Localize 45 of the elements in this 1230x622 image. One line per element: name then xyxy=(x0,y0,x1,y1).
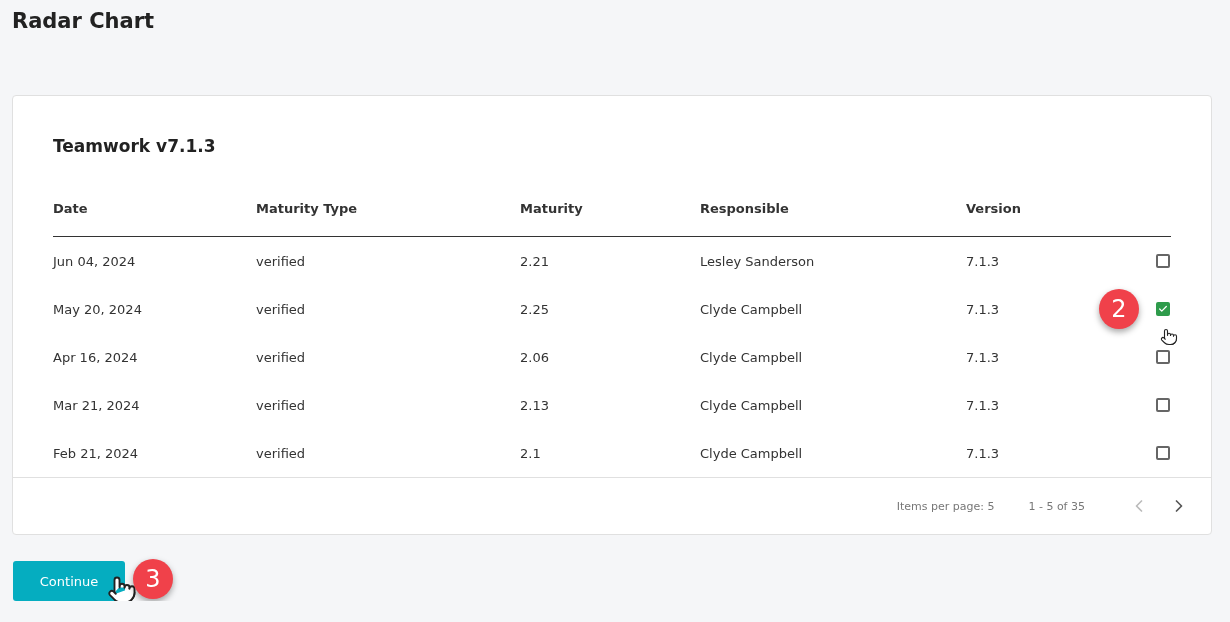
table-cell: 2.06 xyxy=(520,349,549,365)
column-header: Version xyxy=(966,200,1022,216)
hand-cursor-icon xyxy=(1160,328,1178,346)
table-cell: 2.21 xyxy=(520,253,549,269)
table-cell: Clyde Campbell xyxy=(700,301,803,317)
row-checkbox[interactable] xyxy=(1156,350,1170,364)
table-cell: 2.1 xyxy=(520,445,541,461)
row-checkbox[interactable] xyxy=(1156,302,1170,316)
row-checkbox[interactable] xyxy=(1156,398,1170,412)
row-checkbox[interactable] xyxy=(1156,254,1170,268)
table-cell: verified xyxy=(256,445,306,461)
table-cell: Apr 16, 2024 xyxy=(53,349,138,365)
table-cell: 2.13 xyxy=(520,397,549,413)
continue-button[interactable]: Continue xyxy=(13,561,125,601)
column-header: Maturity Type xyxy=(256,200,359,216)
table-cell: Mar 21, 2024 xyxy=(53,397,140,413)
table-cell: Jun 04, 2024 xyxy=(53,253,136,269)
step-badge: 3 xyxy=(133,559,173,599)
table-cell: 7.1.3 xyxy=(966,253,1000,269)
table-cell: Clyde Campbell xyxy=(700,397,803,413)
table-cell: verified xyxy=(256,397,306,413)
column-header: Responsible xyxy=(700,200,790,216)
step-badge: 2 xyxy=(1099,289,1139,329)
card-title: Teamwork v7.1.3 xyxy=(52,135,217,158)
table-cell: Clyde Campbell xyxy=(700,349,803,365)
table-cell: 2.25 xyxy=(520,301,549,317)
page-range-label: 1 - 5 of 35 xyxy=(1028,499,1085,513)
table-cell: 7.1.3 xyxy=(966,301,1000,317)
table-cell: Lesley Sanderson xyxy=(700,253,815,269)
row-checkbox[interactable] xyxy=(1156,446,1170,460)
table-cell: 7.1.3 xyxy=(966,349,1000,365)
table-cell: 7.1.3 xyxy=(966,397,1000,413)
page-title: Radar Chart xyxy=(12,8,156,35)
table-cell: verified xyxy=(256,301,306,317)
column-header: Date xyxy=(53,200,89,216)
table-cell: verified xyxy=(256,253,306,269)
column-header: Maturity xyxy=(520,200,584,216)
table-cell: Feb 21, 2024 xyxy=(53,445,139,461)
hand-cursor-icon xyxy=(107,575,137,601)
table-cell: 7.1.3 xyxy=(966,445,1000,461)
items-per-page-label: Items per page: 5 xyxy=(896,499,995,513)
table-cell: May 20, 2024 xyxy=(53,301,142,317)
check-icon xyxy=(1158,304,1168,314)
table-cell: verified xyxy=(256,349,306,365)
table-cell: Clyde Campbell xyxy=(700,445,803,461)
